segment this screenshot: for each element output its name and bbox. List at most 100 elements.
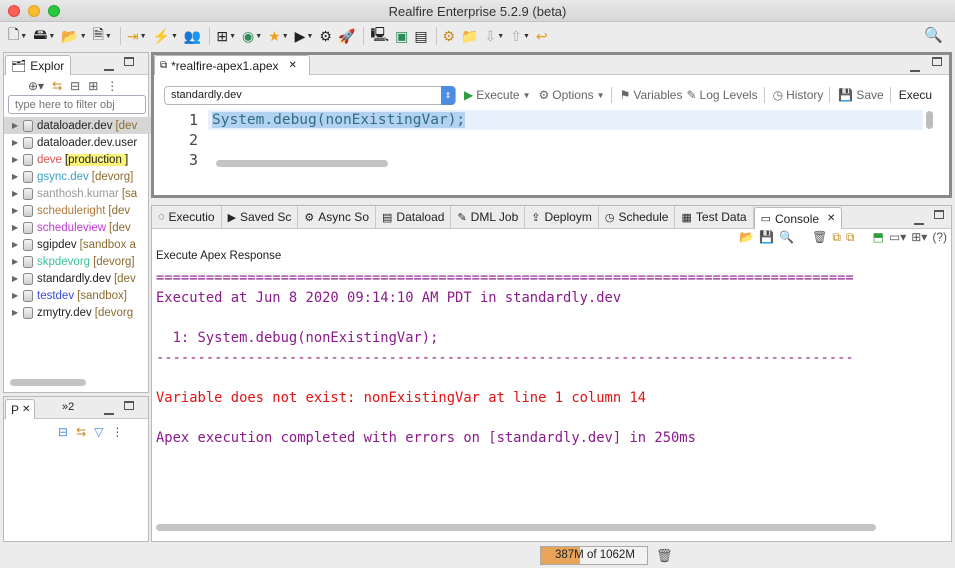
tree-item[interactable]: ▶ dataloader.dev [dev: [4, 117, 152, 134]
tab-p[interactable]: P ✕: [5, 399, 35, 419]
expand-arrow-icon[interactable]: ▶: [12, 155, 21, 164]
more-options-icon[interactable]: ⋮: [106, 79, 118, 93]
expand-arrow-icon[interactable]: ▶: [12, 189, 21, 198]
expand-arrow-icon[interactable]: ▶: [12, 206, 21, 215]
clear-console-icon[interactable]: 🗑: [812, 230, 827, 245]
tools-icon[interactable]: ⚙: [317, 25, 334, 47]
maximize-icon[interactable]: [124, 57, 134, 69]
minimize-icon[interactable]: [914, 216, 924, 228]
query-icon[interactable]: ◉ ▼: [240, 25, 264, 47]
history-button[interactable]: ◷ History: [773, 88, 824, 102]
org-select[interactable]: standardly.dev ⇕: [164, 85, 456, 105]
folder-icon[interactable]: 📁: [459, 25, 480, 47]
minimize-icon[interactable]: [910, 63, 920, 75]
tree-item[interactable]: ▶ deve [production ]: [4, 151, 152, 168]
tab-dml-job[interactable]: ✎ DML Job: [451, 206, 526, 228]
expand-arrow-icon[interactable]: ▶: [12, 240, 21, 249]
tab-executio[interactable]: ◌ Executio: [152, 206, 222, 228]
expand-arrow-icon[interactable]: ▶: [12, 291, 21, 300]
add-connection-icon[interactable]: ⊕▾: [28, 79, 44, 93]
close-tab-icon[interactable]: ✕: [827, 213, 835, 224]
tab-test-data[interactable]: ▦ Test Data: [675, 206, 754, 228]
people-icon[interactable]: 👥: [182, 25, 203, 47]
expand-arrow-icon[interactable]: ▶: [12, 257, 21, 266]
new-console-icon[interactable]: ⊞▾: [911, 230, 927, 245]
tree-item[interactable]: ▶ skpdevorg [devorg]: [4, 253, 152, 270]
execute-anonymous-button[interactable]: Execu: [899, 88, 932, 102]
tree-item[interactable]: ▶ scheduleright [dev: [4, 202, 152, 219]
link-icon[interactable]: ⇆: [76, 425, 86, 439]
open-log-icon[interactable]: 📂: [739, 230, 754, 245]
editor-vertical-scrollbar[interactable]: [926, 111, 933, 129]
collapse-all-icon[interactable]: ⊟: [70, 79, 80, 93]
tab-console[interactable]: ▭ Console ✕: [753, 207, 843, 229]
more-options-icon[interactable]: ⋮: [111, 425, 123, 439]
log-levels-button[interactable]: ✎ Log Levels: [686, 88, 757, 102]
favorites-star-icon[interactable]: ★ ▼: [266, 25, 291, 47]
settings-gear-icon[interactable]: ⚙: [441, 25, 458, 47]
minimize-icon[interactable]: [104, 406, 114, 418]
tree-item[interactable]: ▶ scheduleview [dev: [4, 219, 152, 236]
filter-icon[interactable]: ▽: [94, 425, 103, 439]
minimize-icon[interactable]: [104, 62, 114, 74]
new-icon[interactable]: 🗋 ▼: [6, 25, 29, 47]
download-icon[interactable]: ⇩ ▼: [483, 25, 507, 47]
open-folder-icon[interactable]: 📂 ▼: [59, 25, 88, 47]
copy-icon[interactable]: ⧉: [832, 230, 841, 245]
run-icon[interactable]: ▶ ▼: [293, 25, 316, 47]
editor-horizontal-scrollbar[interactable]: [216, 160, 388, 167]
options-button[interactable]: ⚙ Options ▼: [539, 88, 605, 102]
variables-button[interactable]: ⚑ Variables: [620, 88, 683, 102]
explorer-scrollbar[interactable]: [10, 379, 86, 386]
tree-item[interactable]: ▶ testdev [sandbox]: [4, 287, 152, 304]
back-arrow-icon[interactable]: ↩: [534, 25, 550, 47]
schema-icon[interactable]: ⊞ ▼: [214, 25, 238, 47]
collapse-icon[interactable]: ⊟: [58, 425, 68, 439]
close-tab-icon[interactable]: ✕: [22, 404, 30, 415]
rocket-icon[interactable]: 🚀: [336, 25, 357, 47]
server-icon[interactable]: 🖳: [368, 25, 391, 47]
help-button[interactable]: (?): [932, 230, 947, 245]
heap-status[interactable]: 387M of 1062M: [540, 546, 648, 565]
paste-icon[interactable]: ⧉: [846, 230, 855, 245]
find-icon[interactable]: 🔍: [779, 230, 794, 245]
expand-arrow-icon[interactable]: ▶: [12, 274, 21, 283]
tree-item[interactable]: ▶ santhosh.kumar [sa: [4, 185, 152, 202]
close-tab-icon[interactable]: ✕: [289, 60, 297, 71]
group-icon[interactable]: ⊞: [88, 79, 98, 93]
tab-explorer[interactable]: 🗂 Explor: [5, 55, 71, 75]
console-output[interactable]: ========================================…: [154, 268, 949, 535]
tree-item[interactable]: ▶ sgipdev [sandbox a: [4, 236, 152, 253]
maximize-icon[interactable]: [124, 401, 134, 413]
expand-arrow-icon[interactable]: ▶: [12, 121, 21, 130]
upload-icon[interactable]: ⇧ ▼: [508, 25, 532, 47]
tab-schedule[interactable]: ◷ Schedule: [599, 206, 676, 228]
vm-icon[interactable]: ▣: [393, 25, 410, 47]
expand-arrow-icon[interactable]: ▶: [12, 138, 21, 147]
overflow-tabs-label[interactable]: »2: [62, 401, 74, 413]
pin-console-icon[interactable]: ⬒: [873, 230, 884, 245]
tree-item[interactable]: ▶ standardly.dev [dev: [4, 270, 152, 287]
save-button[interactable]: 💾 Save: [838, 88, 883, 102]
expand-arrow-icon[interactable]: ▶: [12, 172, 21, 181]
tree-item[interactable]: ▶ dataloader.dev.user: [4, 134, 152, 151]
tab-realfire-apex1[interactable]: ⧉ *realfire-apex1.apex ✕: [154, 55, 310, 75]
tab-saved-sc[interactable]: ▶ Saved Sc: [222, 206, 299, 228]
import-icon[interactable]: ⇥ ▼: [125, 25, 149, 47]
expand-arrow-icon[interactable]: ▶: [12, 223, 21, 232]
display-console-icon[interactable]: ▭▾: [889, 230, 906, 245]
maximize-icon[interactable]: [932, 57, 942, 69]
link-editor-icon[interactable]: ⇆: [52, 79, 62, 93]
search-icon[interactable]: 🔍: [924, 26, 943, 44]
tab-dataload[interactable]: ▤ Dataload: [376, 206, 452, 228]
execute-button[interactable]: ▶ Execute ▼: [464, 88, 531, 102]
explorer-filter-input[interactable]: [8, 95, 146, 114]
database-icon[interactable]: 🖴 ▼: [31, 25, 57, 47]
code-editor[interactable]: 1 2 3 System.debug(nonExistingVar);: [158, 109, 945, 171]
tab-async-so[interactable]: ⚙ Async So: [298, 206, 376, 228]
tab-deploym[interactable]: ⇪ Deploym: [525, 206, 599, 228]
save-log-icon[interactable]: 💾: [759, 230, 774, 245]
lightning-icon[interactable]: ⚡ ▼: [151, 25, 180, 47]
tree-item[interactable]: ▶ gsync.dev [devorg]: [4, 168, 152, 185]
tree-item[interactable]: ▶ zmytry.dev [devorg: [4, 304, 152, 321]
